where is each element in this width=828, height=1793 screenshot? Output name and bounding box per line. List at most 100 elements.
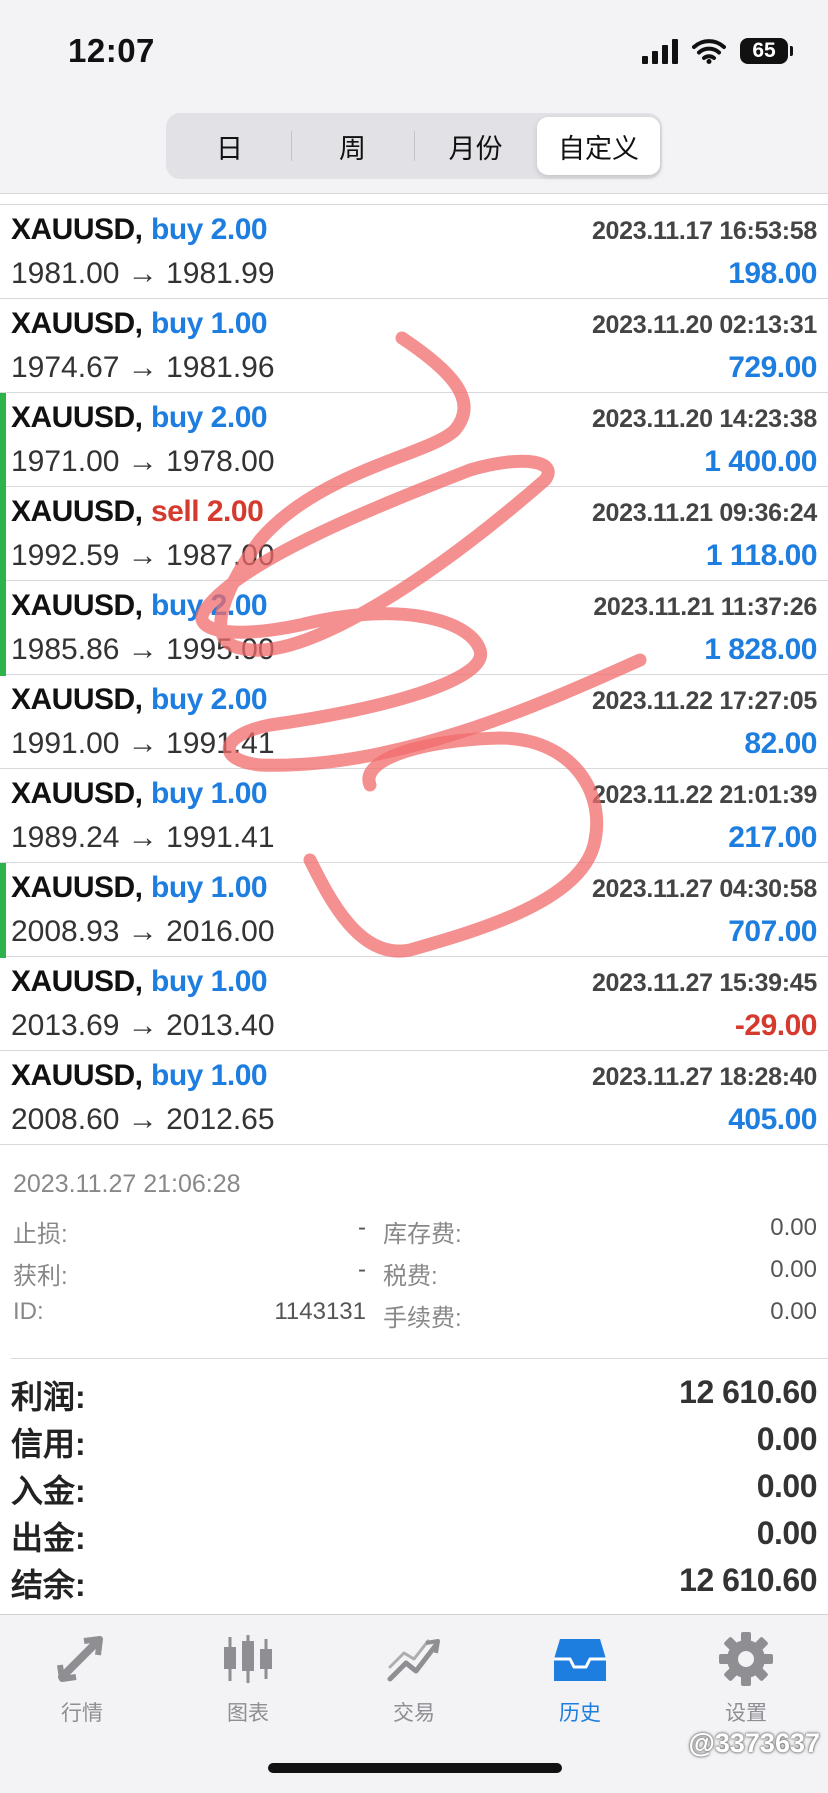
summary-value: 12 610.60 — [679, 1374, 817, 1410]
trade-prices: 1981.00 → 1981.99 — [11, 257, 275, 290]
take-profit-value: - — [358, 1256, 366, 1283]
tab-trade[interactable]: 交易 — [344, 1629, 484, 1727]
summary-label: 结余: — [11, 1567, 86, 1603]
trade-prices: 1992.59 → 1987.00 — [11, 539, 275, 572]
trade-prices: 2008.60 → 2012.65 — [11, 1103, 275, 1136]
trade-prices: 2008.93 → 2016.00 — [11, 915, 275, 948]
tab-chart[interactable]: 图表 — [178, 1629, 318, 1727]
trade-symbol: XAUUSD, — [11, 683, 143, 716]
trade-datetime: 2023.11.20 14:23:38 — [591, 405, 817, 433]
watermark: @3373637 — [688, 1728, 820, 1758]
history-icon — [554, 1639, 606, 1681]
summary-balance: 结余: 12 610.60 — [0, 1560, 828, 1607]
trade-row[interactable]: XAUUSD, buy 1.00 2023.11.27 18:28:40 2008.6… — [0, 1051, 828, 1145]
summary-value: 0.00 — [756, 1421, 818, 1457]
trade-prices: 1974.67 → 1981.96 — [11, 351, 275, 384]
trade-side-volume: buy 2.00 — [151, 589, 268, 622]
trade-datetime: 2023.11.17 16:53:58 — [591, 217, 817, 245]
period-month[interactable]: 月份 — [414, 117, 537, 175]
trade-datetime: 2023.11.22 21:01:39 — [591, 781, 817, 809]
trade-side-volume: buy 2.00 — [151, 683, 268, 716]
take-profit-label: 获利: — [13, 1263, 68, 1290]
tax-label: 税费: — [383, 1263, 438, 1290]
trade-row[interactable]: XAUUSD, buy 2.00 2023.11.17 16:53:58 1981.0… — [0, 205, 828, 299]
close-time: 2023.11.27 21:06:28 — [13, 1170, 241, 1198]
trade-profit: 1 828.00 — [704, 633, 817, 666]
trade-row[interactable]: XAUUSD, buy 1.00 2023.11.27 04:30:58 2008.9… — [0, 863, 828, 958]
trade-side-volume: buy 1.00 — [151, 307, 268, 340]
trade-row[interactable]: XAUUSD, buy 1.00 2023.11.20 02:13:31 1974.6… — [0, 299, 828, 393]
trade-row[interactable]: XAUUSD, buy 1.00 2023.11.27 15:39:45 2013.6… — [0, 957, 828, 1051]
chart-icon — [224, 1635, 272, 1683]
trade-profit: -29.00 — [734, 1009, 818, 1042]
home-indicator[interactable] — [268, 1763, 562, 1773]
trade-symbol: XAUUSD, — [11, 589, 143, 622]
id-value: 1143131 — [274, 1298, 366, 1325]
trade-profit: 405.00 — [728, 1103, 817, 1136]
trade-row[interactable]: XAUUSD, sell 2.00 2023.11.21 09:36:24 1992.… — [0, 487, 828, 582]
summary-label: 出金: — [11, 1520, 86, 1556]
tab-label: 行情 — [61, 1702, 103, 1725]
trade-datetime: 2023.11.21 09:36:24 — [591, 499, 817, 527]
trade-datetime: 2023.11.27 15:39:45 — [591, 969, 817, 997]
summary-profit: 利润: 12 610.60 — [0, 1372, 828, 1419]
tab-label: 历史 — [559, 1702, 601, 1725]
trade-prices: 1985.86 → 1995.00 — [11, 633, 275, 666]
trade-symbol: XAUUSD, — [11, 213, 143, 246]
trade-profit: 729.00 — [728, 351, 817, 384]
trade-row[interactable]: XAUUSD, buy 1.00 2023.11.22 21:01:39 1989.2… — [0, 769, 828, 863]
trade-side-volume: buy 1.00 — [151, 871, 268, 904]
trade-profit: 82.00 — [744, 727, 817, 760]
trade-side-volume: buy 1.00 — [151, 1059, 268, 1092]
trade-symbol: XAUUSD, — [11, 965, 143, 998]
trade-side-volume: buy 1.00 — [151, 965, 268, 998]
tab-quotes[interactable]: 行情 — [12, 1629, 152, 1727]
summary-label: 信用: — [11, 1426, 86, 1462]
trade-details: 止损: - 库存费: 0.00 获利: - 税费: 0.00 ID: 11431… — [0, 1214, 828, 1340]
trade-datetime: 2023.11.27 04:30:58 — [591, 875, 817, 903]
tab-history[interactable]: 历史 — [510, 1629, 650, 1727]
tab-label: 设置 — [725, 1702, 767, 1725]
period-custom[interactable]: 自定义 — [537, 117, 660, 175]
tab-label: 图表 — [227, 1702, 269, 1725]
trade-row[interactable]: XAUUSD, buy 2.00 2023.11.21 11:37:26 1985.8… — [0, 581, 828, 676]
trade-side-volume: buy 2.00 — [151, 213, 268, 246]
trade-row[interactable]: XAUUSD, buy 2.00 2023.11.20 14:23:38 1971.0… — [0, 393, 828, 488]
trade-symbol: XAUUSD, — [11, 495, 143, 528]
trade-row[interactable]: XAUUSD, buy 2.00 2023.11.22 17:27:05 1991.0… — [0, 675, 828, 769]
trade-profit: 217.00 — [728, 821, 817, 854]
swap-label: 库存费: — [383, 1221, 462, 1248]
summary-label: 利润: — [11, 1379, 86, 1415]
period-week[interactable]: 周 — [291, 117, 414, 175]
summary-value: 0.00 — [756, 1515, 818, 1551]
trade-profit: 1 118.00 — [705, 539, 818, 572]
trade-side-volume: buy 1.00 — [151, 777, 268, 810]
trade-side-volume: sell 2.00 — [151, 495, 264, 528]
tab-settings[interactable]: 设置 — [676, 1629, 816, 1727]
period-day[interactable]: 日 — [168, 117, 291, 175]
trade-datetime: 2023.11.22 17:27:05 — [591, 687, 817, 715]
trade-datetime: 2023.11.21 11:37:26 — [593, 593, 817, 621]
summary-value: 0.00 — [756, 1468, 818, 1504]
cellular-signal-icon — [642, 38, 678, 64]
header: 12:07 65 日 周 月份 自定义 — [0, 0, 828, 194]
trade-symbol: XAUUSD, — [11, 307, 143, 340]
summary-deposit: 入金: 0.00 — [0, 1466, 828, 1513]
wifi-icon — [692, 39, 726, 64]
trade-profit: 1 400.00 — [704, 445, 817, 478]
trade-datetime: 2023.11.20 02:13:31 — [591, 311, 817, 339]
summary-withdrawal: 出金: 0.00 — [0, 1513, 828, 1560]
account-summary: 利润: 12 610.60 信用: 0.00 入金: 0.00 出金: 0.00… — [0, 1372, 828, 1607]
tax-value: 0.00 — [770, 1256, 817, 1283]
trade-prices: 1989.24 → 1991.41 — [11, 821, 275, 854]
commission-value: 0.00 — [770, 1298, 817, 1325]
trade-profit: 198.00 — [728, 257, 817, 290]
trade-profit: 707.00 — [728, 915, 817, 948]
divider — [11, 1358, 828, 1359]
swap-value: 0.00 — [770, 1214, 817, 1241]
trade-symbol: XAUUSD, — [11, 777, 143, 810]
summary-credit: 信用: 0.00 — [0, 1419, 828, 1466]
trade-symbol: XAUUSD, — [11, 1059, 143, 1092]
trade-prices: 1991.00 → 1991.41 — [11, 727, 275, 760]
trade-symbol: XAUUSD, — [11, 871, 143, 904]
